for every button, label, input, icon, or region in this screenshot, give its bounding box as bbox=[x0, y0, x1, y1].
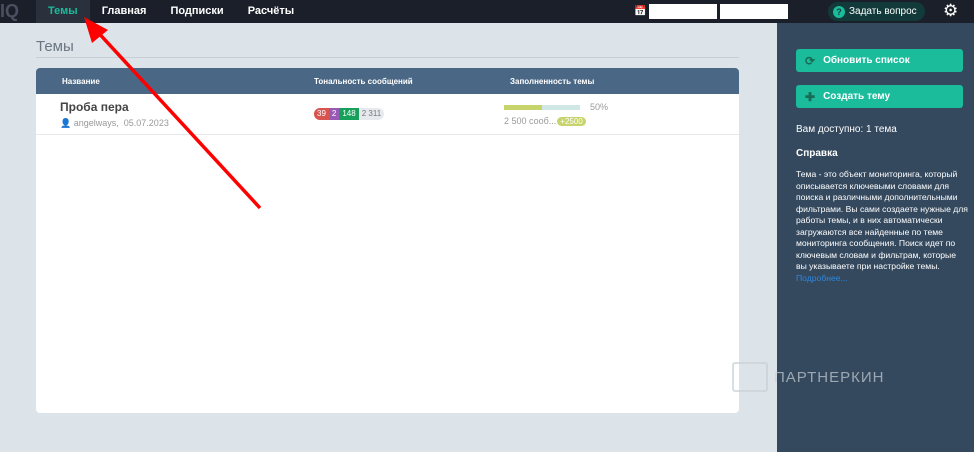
ask-question-label: Задать вопрос bbox=[849, 6, 917, 17]
table-header: Название Тональность сообщений Заполненн… bbox=[36, 68, 739, 94]
question-icon: ? bbox=[833, 5, 845, 18]
plus-icon: ✚ bbox=[805, 89, 816, 104]
calendar-icon[interactable]: 📅 bbox=[634, 6, 646, 17]
neutral-count[interactable]: 2 311 bbox=[358, 108, 385, 120]
watermark-text: ПАРТНЕРКИН bbox=[774, 368, 885, 386]
refresh-list-button[interactable]: ⟳ Обновить список bbox=[796, 49, 963, 72]
create-topic-button[interactable]: ✚ Создать тему bbox=[796, 85, 963, 108]
nav-tab-topics[interactable]: Темы bbox=[36, 0, 90, 23]
date-from-input[interactable] bbox=[649, 4, 718, 19]
create-label: Создать тему bbox=[823, 91, 891, 102]
ask-question-button[interactable]: ? Задать вопрос bbox=[828, 2, 925, 21]
help-text: Тема - это объект мониторинга, который о… bbox=[796, 169, 968, 271]
negative-count[interactable]: 39 bbox=[314, 108, 329, 120]
column-header-tone: Тональность сообщений bbox=[314, 77, 413, 86]
user-icon: 👤 bbox=[60, 118, 72, 128]
nav-tab-subscriptions[interactable]: Подписки bbox=[158, 0, 235, 23]
page-title: Темы bbox=[36, 38, 74, 55]
topic-meta: 👤 angelways, 05.07.2023 bbox=[60, 118, 169, 128]
top-navbar: IQ Темы Главная Подписки Расчёты 📅 ? Зад… bbox=[0, 0, 974, 23]
column-header-fill: Заполненность темы bbox=[510, 77, 595, 86]
nav-tab-home[interactable]: Главная bbox=[90, 0, 159, 23]
nav-tab-billing[interactable]: Расчёты bbox=[236, 0, 306, 23]
added-badge: +2500 bbox=[557, 116, 586, 126]
fill-percent: 50% bbox=[590, 102, 609, 112]
date-to-input[interactable] bbox=[720, 4, 789, 19]
mixed-count[interactable]: 2 bbox=[328, 108, 340, 120]
topic-name[interactable]: Проба пера bbox=[60, 100, 129, 114]
table-row[interactable]: Проба пера 👤 angelways, 05.07.2023 39 2 … bbox=[36, 94, 739, 135]
divider bbox=[36, 57, 739, 58]
gear-icon[interactable]: ⚙ bbox=[943, 1, 958, 21]
help-title: Справка bbox=[796, 148, 838, 159]
message-count: 2 500 сооб... +2500 bbox=[504, 116, 586, 126]
more-link[interactable]: Подробнее... bbox=[796, 273, 968, 285]
topics-table: Название Тональность сообщений Заполненн… bbox=[36, 68, 739, 413]
refresh-label: Обновить список bbox=[823, 55, 910, 66]
fill-progress-bar bbox=[504, 105, 580, 110]
available-topics: Вам доступно: 1 тема bbox=[796, 124, 897, 135]
logo[interactable]: IQ bbox=[0, 0, 36, 23]
positive-count[interactable]: 148 bbox=[339, 108, 359, 120]
help-text-block: Тема - это объект мониторинга, который о… bbox=[796, 169, 968, 284]
topic-author: angelways bbox=[73, 118, 117, 128]
watermark: ПАРТНЕРКИН bbox=[732, 362, 884, 392]
date-range: 📅 bbox=[634, 4, 789, 19]
message-count-label: 2 500 сооб... bbox=[504, 116, 557, 126]
column-header-name: Название bbox=[62, 77, 100, 86]
watermark-logo-icon bbox=[732, 362, 768, 392]
topic-date: 05.07.2023 bbox=[123, 118, 169, 128]
tone-badges: 39 2 148 2 311 bbox=[314, 108, 385, 120]
fill-progress-value bbox=[504, 105, 542, 110]
refresh-icon: ⟳ bbox=[805, 53, 816, 68]
